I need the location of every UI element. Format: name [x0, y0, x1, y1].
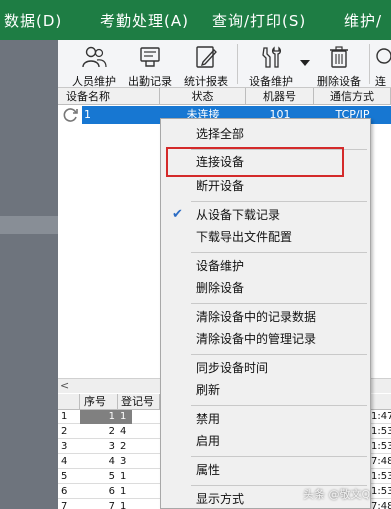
column-sequence[interactable]: 序号: [80, 394, 118, 410]
record-row-index: 1: [61, 411, 68, 422]
record-time: 1:53: [371, 426, 391, 437]
record-row-index: 2: [61, 426, 68, 437]
menu-separator: [191, 405, 367, 406]
record-time: 7:48: [371, 456, 391, 467]
column-status[interactable]: 状态: [160, 88, 246, 105]
record-time: 1:53: [371, 486, 391, 497]
record-time: 1:47: [371, 411, 391, 422]
record-registration: 1: [120, 486, 127, 497]
people-maintenance-button[interactable]: 人员维护: [66, 42, 122, 88]
record-row-index: 7: [61, 501, 68, 509]
menu-item-clear-admin-records[interactable]: 清除设备中的管理记录: [162, 328, 369, 350]
record-time: 1:53: [371, 471, 391, 482]
menu-attendance[interactable]: 考勤处理(A): [100, 10, 189, 31]
device-maintenance-icon: [262, 46, 282, 68]
device-grid-header: 设备名称 状态 机器号 通信方式: [58, 88, 391, 105]
record-row-index: 6: [61, 486, 68, 497]
attendance-record-icon: [140, 47, 160, 67]
menu-separator: [191, 252, 367, 253]
menu-item-disconnect-device[interactable]: 断开设备: [162, 175, 369, 197]
menu-item-delete-device[interactable]: 删除设备: [162, 277, 369, 299]
left-navigation-pane: [0, 40, 58, 509]
record-sequence: 5: [108, 471, 115, 482]
scroll-left-icon[interactable]: <: [60, 379, 69, 393]
record-sequence: 6: [108, 486, 115, 497]
record-sequence: 2: [108, 426, 115, 437]
toolbar-separator: [369, 44, 370, 84]
device-maintenance-label: 设备维护: [249, 75, 293, 88]
chevron-down-icon: [300, 60, 310, 66]
record-registration: 2: [120, 441, 127, 452]
column-registration-number[interactable]: 登记号: [118, 394, 160, 410]
menu-separator: [191, 354, 367, 355]
menu-separator: [191, 456, 367, 457]
menu-item-select-all[interactable]: 选择全部: [162, 123, 369, 145]
context-menu: 选择全部 连接设备 断开设备 ✔ 从设备下载记录 下载导出文件配置 设备维护 删…: [160, 118, 371, 509]
record-sequence: 3: [108, 441, 115, 452]
record-registration: 3: [120, 456, 127, 467]
device-name-cell: 1: [82, 106, 160, 124]
record-sequence: 1: [80, 410, 118, 424]
people-maintenance-label: 人员维护: [72, 75, 116, 88]
connect-button[interactable]: 连: [372, 42, 391, 88]
record-row-index: 3: [61, 441, 68, 452]
menu-separator: [191, 303, 367, 304]
menu-item-download-records[interactable]: ✔ 从设备下载记录: [162, 204, 369, 226]
record-registration: 1: [120, 471, 127, 482]
people-icon: [82, 46, 107, 68]
device-maintenance-button[interactable]: 设备维护: [240, 42, 302, 88]
attendance-record-label: 出勤记录: [128, 75, 172, 88]
menu-item-refresh[interactable]: 刷新: [162, 379, 369, 401]
record-registration: 1: [118, 410, 132, 424]
menu-item-enable[interactable]: 启用: [162, 430, 369, 452]
menu-bar: 数据(D) 考勤处理(A) 查询/打印(S) 维护/: [0, 0, 391, 40]
column-communication[interactable]: 通信方式: [314, 88, 391, 105]
connect-label: 连: [375, 75, 386, 88]
menu-item-clear-record-data[interactable]: 清除设备中的记录数据: [162, 306, 369, 328]
menu-item-download-records-label: 从设备下载记录: [196, 208, 281, 222]
toolbar-separator: [237, 44, 238, 84]
menu-item-download-export-config[interactable]: 下载导出文件配置: [162, 226, 369, 248]
highlight-box: [166, 147, 344, 177]
record-sequence: 4: [108, 456, 115, 467]
column-device-name[interactable]: 设备名称: [58, 88, 160, 105]
checkmark-icon: ✔: [172, 207, 183, 222]
column-machine-number[interactable]: 机器号: [246, 88, 314, 105]
record-row-index: 4: [61, 456, 68, 467]
left-pane-selected-item[interactable]: [0, 216, 58, 234]
attendance-record-button[interactable]: 出勤记录: [122, 42, 178, 88]
refresh-icon: [63, 107, 79, 123]
watermark: 头条 @敬文Q: [303, 488, 371, 501]
menu-maintenance[interactable]: 维护/: [344, 10, 382, 31]
delete-device-label: 删除设备: [317, 75, 361, 88]
delete-device-button[interactable]: 删除设备: [310, 42, 368, 88]
record-time: 7:48: [371, 501, 391, 509]
record-time: 1:53: [371, 441, 391, 452]
report-edit-icon: [196, 46, 217, 68]
toolbar: 人员维护 出勤记录 统计报表 设备维护 删除设备 连: [58, 40, 391, 88]
menu-data[interactable]: 数据(D): [4, 10, 62, 31]
menu-item-disable[interactable]: 禁用: [162, 408, 369, 430]
record-registration: 1: [120, 501, 127, 509]
statistics-report-button[interactable]: 统计报表: [178, 42, 234, 88]
record-registration: 4: [120, 426, 127, 437]
menu-item-properties[interactable]: 属性: [162, 459, 369, 481]
trash-icon: [330, 46, 348, 68]
menu-item-sync-time[interactable]: 同步设备时间: [162, 357, 369, 379]
menu-separator: [191, 201, 367, 202]
statistics-report-label: 统计报表: [184, 75, 228, 88]
menu-query-print[interactable]: 查询/打印(S): [212, 10, 306, 31]
record-row-index: 5: [61, 471, 68, 482]
connect-icon: [376, 48, 391, 64]
record-grid-corner: [58, 394, 80, 410]
record-sequence: 7: [108, 501, 115, 509]
menu-item-device-maintenance[interactable]: 设备维护: [162, 255, 369, 277]
